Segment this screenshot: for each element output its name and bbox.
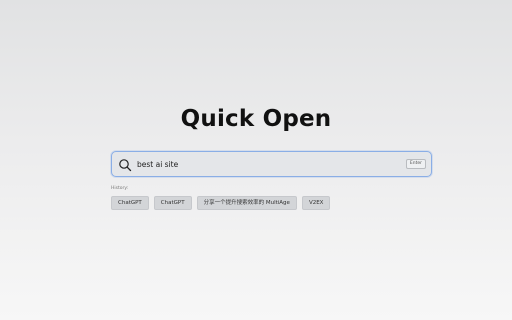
- history-item[interactable]: V2EX: [301, 196, 331, 210]
- history-label: History:: [111, 186, 129, 191]
- search-icon: [118, 157, 132, 172]
- history-item[interactable]: 分享一个提升搜索效率的 MultiAge: [196, 196, 297, 210]
- page-title: Quick Open: [180, 106, 332, 132]
- history-item[interactable]: ChatGPT: [111, 196, 149, 210]
- search-input[interactable]: [137, 154, 397, 174]
- history-item[interactable]: ChatGPT: [153, 196, 192, 210]
- enter-key-hint[interactable]: Enter: [405, 159, 426, 169]
- history-list: ChatGPT ChatGPT 分享一个提升搜索效率的 MultiAge V2E…: [111, 196, 331, 210]
- search-box[interactable]: Enter: [111, 151, 432, 177]
